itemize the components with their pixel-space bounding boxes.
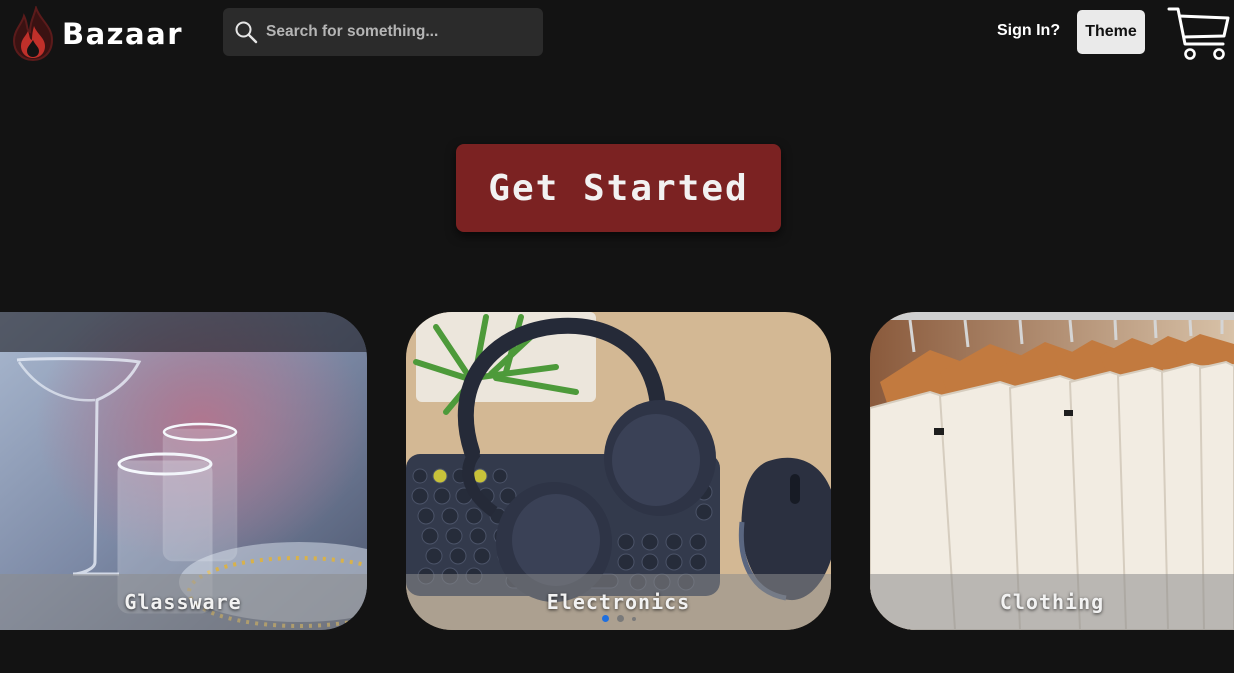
card-label: Electronics: [546, 590, 691, 614]
flame-logo-icon: [12, 6, 54, 62]
sign-in-link[interactable]: Sign In?: [997, 22, 1060, 40]
card-label: Glassware: [124, 590, 242, 614]
card-caption: Glassware: [0, 574, 367, 630]
brand-logo[interactable]: Bazaar: [12, 6, 183, 62]
search-icon: [235, 21, 258, 44]
category-card-clothing[interactable]: Clothing: [870, 312, 1234, 630]
card-label: Clothing: [999, 590, 1105, 614]
theme-toggle-button[interactable]: Theme: [1077, 10, 1145, 54]
carousel-dot[interactable]: [631, 616, 636, 621]
brand-name: Bazaar: [62, 17, 183, 51]
card-caption: Clothing: [870, 574, 1234, 630]
search-bar[interactable]: [223, 8, 543, 56]
search-input[interactable]: [266, 23, 526, 41]
cart-icon: [1167, 7, 1230, 60]
get-started-button[interactable]: Get Started: [456, 144, 781, 232]
top-nav: Bazaar Sign In? Theme: [0, 0, 1234, 64]
cart-button[interactable]: [1167, 4, 1231, 67]
carousel-indicators: [406, 615, 831, 622]
carousel-dot-active[interactable]: [601, 615, 609, 622]
category-card-glassware[interactable]: Glassware: [0, 312, 367, 630]
category-card-electronics[interactable]: Electronics: [406, 312, 831, 630]
carousel-dot[interactable]: [616, 615, 624, 622]
